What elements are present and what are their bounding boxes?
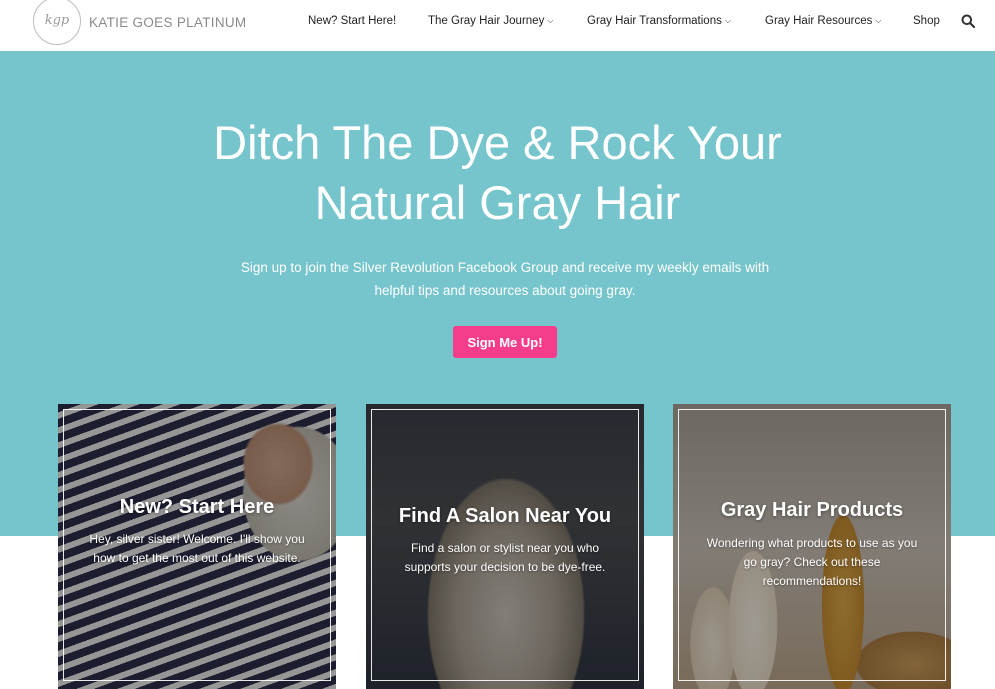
- card-text: Find a salon or stylist near you who sup…: [404, 541, 606, 574]
- site-header: kgp KATIE GOES PLATINUM New? Start Here!…: [0, 0, 995, 51]
- nav-item-gray-hair-transformations[interactable]: Gray Hair Transformations ⌵: [587, 15, 731, 27]
- card-title: New? Start Here: [119, 496, 275, 518]
- site-logo[interactable]: kgp KATIE GOES PLATINUM: [33, 0, 246, 45]
- hero-title: Ditch The Dye & Rock Your Natural Gray H…: [213, 116, 782, 229]
- card-start-here[interactable]: New? Start Here Hey, silver sister! Welc…: [58, 404, 336, 689]
- chevron-down-icon: ⌵: [547, 16, 554, 25]
- sign-me-up-button[interactable]: Sign Me Up!: [453, 326, 557, 358]
- hero-subtitle: Sign up to join the Silver Revolution Fa…: [240, 260, 770, 298]
- card-text: Hey, silver sister! Welcome. I'll show y…: [89, 532, 305, 565]
- card-title: Gray Hair Products: [720, 499, 904, 521]
- chevron-down-icon: ⌵: [724, 16, 731, 25]
- card-text: Wondering what products to use as you go…: [706, 536, 918, 588]
- nav-item-shop[interactable]: Shop: [913, 15, 940, 27]
- card-find-salon[interactable]: Find A Salon Near You Find a salon or st…: [366, 404, 644, 689]
- logo-text: KATIE GOES PLATINUM: [89, 15, 247, 30]
- card-title: Find A Salon Near You: [398, 505, 612, 527]
- nav-item-gray-hair-resources[interactable]: Gray Hair Resources ⌵: [765, 15, 881, 27]
- nav-item-gray-hair-journey[interactable]: The Gray Hair Journey ⌵: [428, 15, 553, 27]
- nav-item-new-start-here[interactable]: New? Start Here!: [308, 15, 396, 27]
- chevron-down-icon: ⌵: [875, 16, 882, 25]
- card-gray-hair-products[interactable]: Gray Hair Products Wondering what produc…: [673, 404, 951, 689]
- logo-mark: kgp: [33, 0, 81, 45]
- search-icon[interactable]: [961, 14, 975, 28]
